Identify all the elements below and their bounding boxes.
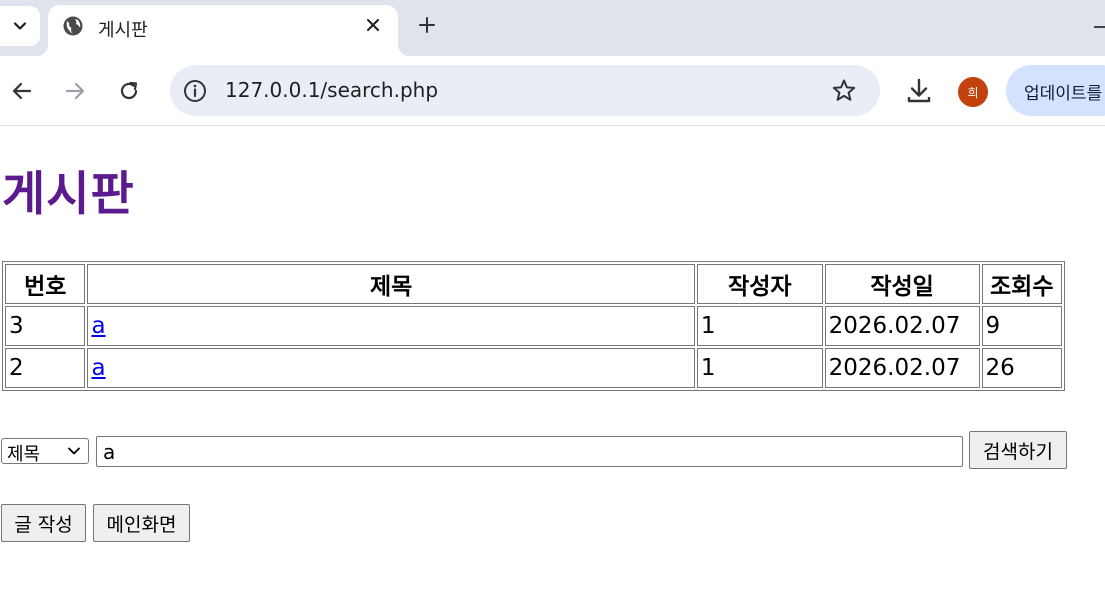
search-field-select[interactable]: 제목 [1,438,89,465]
download-icon[interactable] [904,76,934,106]
post-title-link[interactable]: a [91,355,105,381]
post-author: 1 [696,306,823,346]
tab-strip: 게시판 [0,0,1105,56]
post-number: 3 [5,306,86,346]
table-row: 2 a 1 2026.02.07 26 [5,348,1062,388]
tab-close-button[interactable] [362,14,384,36]
arrow-left-icon [12,82,32,100]
search-field-value: 제목 [7,444,41,465]
address-bar[interactable]: 127.0.0.1/search.php [170,65,880,116]
chevron-down-icon [68,447,80,455]
browser-tab[interactable]: 게시판 [36,5,410,56]
post-date: 2026.02.07 [824,348,980,388]
post-author: 1 [696,348,823,388]
globe-icon [63,16,83,36]
plus-icon [419,17,435,33]
arrow-right-icon [65,82,85,100]
search-button[interactable]: 검색하기 [969,431,1067,469]
board-table: 번호 제목 작성자 작성일 조회수 3 a 1 2026.02.07 9 2 a… [2,261,1065,391]
table-header-row: 번호 제목 작성자 작성일 조회수 [5,264,1062,304]
chevron-down-icon [13,22,27,30]
new-tab-button[interactable] [414,12,440,38]
url-text: 127.0.0.1/search.php [225,78,439,102]
post-views: 9 [981,306,1062,346]
browser-toolbar: 127.0.0.1/search.php 희 업데이트를 [0,56,1105,126]
main-page-button[interactable]: 메인화면 [93,504,190,542]
forward-button[interactable] [61,77,89,105]
table-row: 3 a 1 2026.02.07 9 [5,306,1062,346]
write-post-button[interactable]: 글 작성 [1,504,86,542]
bookmark-star-icon[interactable] [830,77,858,105]
post-title-link[interactable]: a [91,313,105,339]
minimize-window-icon[interactable] [1094,26,1105,28]
header-title: 제목 [87,264,695,304]
reload-button[interactable] [115,77,143,105]
page-title: 게시판 [2,167,135,222]
update-button[interactable]: 업데이트를 [1006,65,1105,116]
post-views: 26 [981,348,1062,388]
header-number: 번호 [5,264,86,304]
header-views: 조회수 [981,264,1062,304]
tab-title: 게시판 [98,20,148,41]
header-date: 작성일 [824,264,980,304]
back-button[interactable] [8,77,36,105]
reload-icon [120,81,138,100]
search-input[interactable]: a [96,436,963,467]
post-number: 2 [5,348,86,388]
tab-search-button[interactable] [0,6,40,46]
header-author: 작성자 [696,264,823,304]
close-icon [367,19,379,31]
info-icon[interactable] [182,78,208,104]
profile-avatar[interactable]: 희 [958,77,988,107]
post-date: 2026.02.07 [824,306,980,346]
